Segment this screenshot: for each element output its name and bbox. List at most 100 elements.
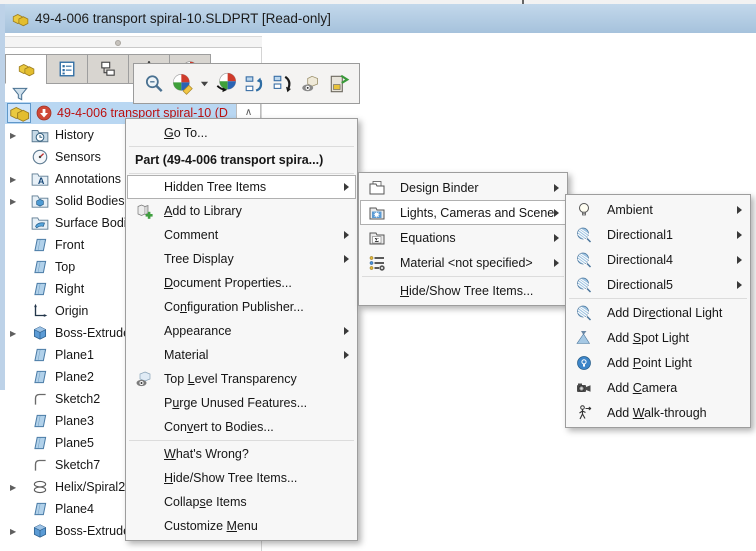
reorder-button[interactable] (272, 73, 294, 95)
helix-icon (31, 478, 49, 496)
expand-arrow-icon[interactable]: ▶ (10, 329, 22, 338)
configurationmanager-tab-icon (99, 60, 117, 78)
tab-featuremanager[interactable] (5, 54, 47, 84)
display-preview-button[interactable] (215, 72, 238, 95)
submenu-arrow-icon (554, 208, 559, 217)
menu-item-add-to-library[interactable]: Add to Library (127, 199, 356, 223)
expand-arrow-icon[interactable]: ▶ (10, 197, 22, 206)
label: Hidden Tree Items (164, 180, 267, 194)
point-light-icon (575, 354, 593, 372)
label: Right (55, 282, 85, 296)
menu-item-add-camera[interactable]: Add Camera (567, 375, 749, 400)
panel-splitter[interactable] (5, 36, 262, 48)
root-icon-box (7, 103, 31, 123)
lights-cameras-scene-submenu: Ambient Directional1 Directional4 Direction… (565, 194, 751, 428)
menu-item-go-to[interactable]: Go To... (127, 121, 356, 145)
hide-show-items-icon (300, 73, 322, 95)
label: Hide/Show Tree Items... (400, 283, 534, 298)
menu-item-document-properties[interactable]: Document Properties... (127, 271, 356, 295)
part-icon (11, 10, 29, 28)
plane-icon (31, 236, 49, 254)
plane-icon (31, 500, 49, 518)
label: Material <not specified> (400, 255, 533, 270)
menu-item-ambient[interactable]: Ambient (567, 197, 749, 222)
menu-item-what-s-wrong[interactable]: What's Wrong? (127, 442, 356, 466)
menu-item-purge-unused-features[interactable]: Purge Unused Features... (127, 391, 356, 415)
annotations-folder-icon: A (31, 170, 49, 188)
dropdown-arrow-button[interactable] (200, 79, 209, 88)
label: Sketch7 (55, 458, 101, 472)
submenu-arrow-icon (554, 258, 559, 267)
plane-icon (31, 258, 49, 276)
menu-item-configuration-publisher[interactable]: Configuration Publisher... (127, 295, 356, 319)
menu-item-hidden-tree-items[interactable]: Hidden Tree Items (127, 175, 356, 199)
expand-arrow-icon[interactable]: ▶ (10, 131, 22, 140)
menu-item-hide-show-tree-items[interactable]: Hide/Show Tree Items... (360, 278, 566, 303)
directional-light-icon (575, 251, 593, 269)
label: Sensors (55, 150, 101, 164)
menu-item-collapse-items[interactable]: Collapse Items (127, 490, 356, 514)
label: Directional4 (607, 252, 674, 267)
sensors-icon (31, 148, 49, 166)
rollback-bar-button[interactable] (244, 73, 266, 95)
document-title-bar: 49-4-006 transport spiral-10.SLDPRT [Rea… (4, 4, 756, 33)
tab-propertymanager[interactable] (46, 54, 88, 84)
menu-item-directional1[interactable]: Directional1 (567, 222, 749, 247)
label: Top (55, 260, 76, 274)
edit-appearance-button[interactable] (171, 72, 194, 95)
menu-item-hide-show-tree-items[interactable]: Hide/Show Tree Items... (127, 466, 356, 490)
menu-item-appearance[interactable]: Appearance (127, 319, 356, 343)
svg-text:Σ: Σ (375, 237, 379, 244)
menu-item-top-level-transparency[interactable]: Top Level Transparency (127, 367, 356, 391)
spot-light-icon (575, 329, 593, 347)
directional-light-icon (575, 304, 593, 322)
plane-icon (31, 412, 49, 430)
replace-entities-button[interactable] (328, 73, 350, 95)
label: Helix/Spiral2 (55, 480, 126, 494)
zoom-to-selection-icon (143, 73, 165, 95)
label: Add Point Light (607, 355, 692, 370)
menu-item-add-walk-through[interactable]: Add Walk-through (567, 400, 749, 425)
ambient-light-icon (575, 201, 593, 219)
equations-icon: Σ (368, 229, 386, 247)
label: Solid Bodies( (55, 194, 129, 208)
reorder-icon (272, 73, 294, 95)
tab-configurationmanager[interactable] (87, 54, 129, 84)
menu-item-add-point-light[interactable]: Add Point Light (567, 350, 749, 375)
menu-item-design-binder[interactable]: Design Binder (360, 175, 566, 200)
edit-appearance-icon (171, 72, 194, 95)
menu-item-add-spot-light[interactable]: Add Spot Light (567, 325, 749, 350)
menu-item-material[interactable]: Material (127, 343, 356, 367)
label: Boss-Extrude (55, 326, 131, 340)
label: Directional5 (607, 277, 674, 292)
menu-item-equations[interactable]: Σ Equations (360, 225, 566, 250)
menu-item-directional5[interactable]: Directional5 (567, 272, 749, 297)
hidden-tree-items-submenu: Design Binder Lights, Cameras and Scene Σ E… (358, 172, 568, 306)
menu-item-material-not-specified[interactable]: Material <not specified> (360, 250, 566, 275)
label: Origin (55, 304, 89, 318)
menu-item-lights-cameras-and-scene[interactable]: Lights, Cameras and Scene (360, 200, 566, 225)
expand-arrow-icon[interactable]: ▶ (10, 527, 22, 536)
plane-icon (31, 368, 49, 386)
expand-arrow-icon[interactable]: ▶ (10, 483, 22, 492)
menu-item-customize-menu[interactable]: Customize Menu (127, 514, 356, 538)
label: Add Camera (607, 380, 678, 395)
display-preview-icon (215, 72, 238, 95)
label: Equations (400, 230, 456, 245)
label: What's Wrong? (164, 447, 249, 461)
design-binder-icon (368, 179, 386, 197)
boss-extrude-icon (31, 522, 49, 540)
menu-separator (129, 440, 354, 441)
menu-item-comment[interactable]: Comment (127, 223, 356, 247)
hide-show-items-button[interactable] (300, 73, 322, 95)
label: Appearance (164, 324, 232, 338)
expand-arrow-icon[interactable]: ▶ (10, 175, 22, 184)
menu-item-add-directional-light[interactable]: Add Directional Light (567, 300, 749, 325)
label: Add Spot Light (607, 330, 690, 345)
zoom-to-selection-button[interactable] (143, 73, 165, 95)
dropdown-arrow-icon (200, 79, 209, 88)
menu-item-convert-to-bodies[interactable]: Convert to Bodies... (127, 415, 356, 439)
submenu-arrow-icon (344, 183, 349, 191)
menu-item-directional4[interactable]: Directional4 (567, 247, 749, 272)
menu-item-tree-display[interactable]: Tree Display (127, 247, 356, 271)
